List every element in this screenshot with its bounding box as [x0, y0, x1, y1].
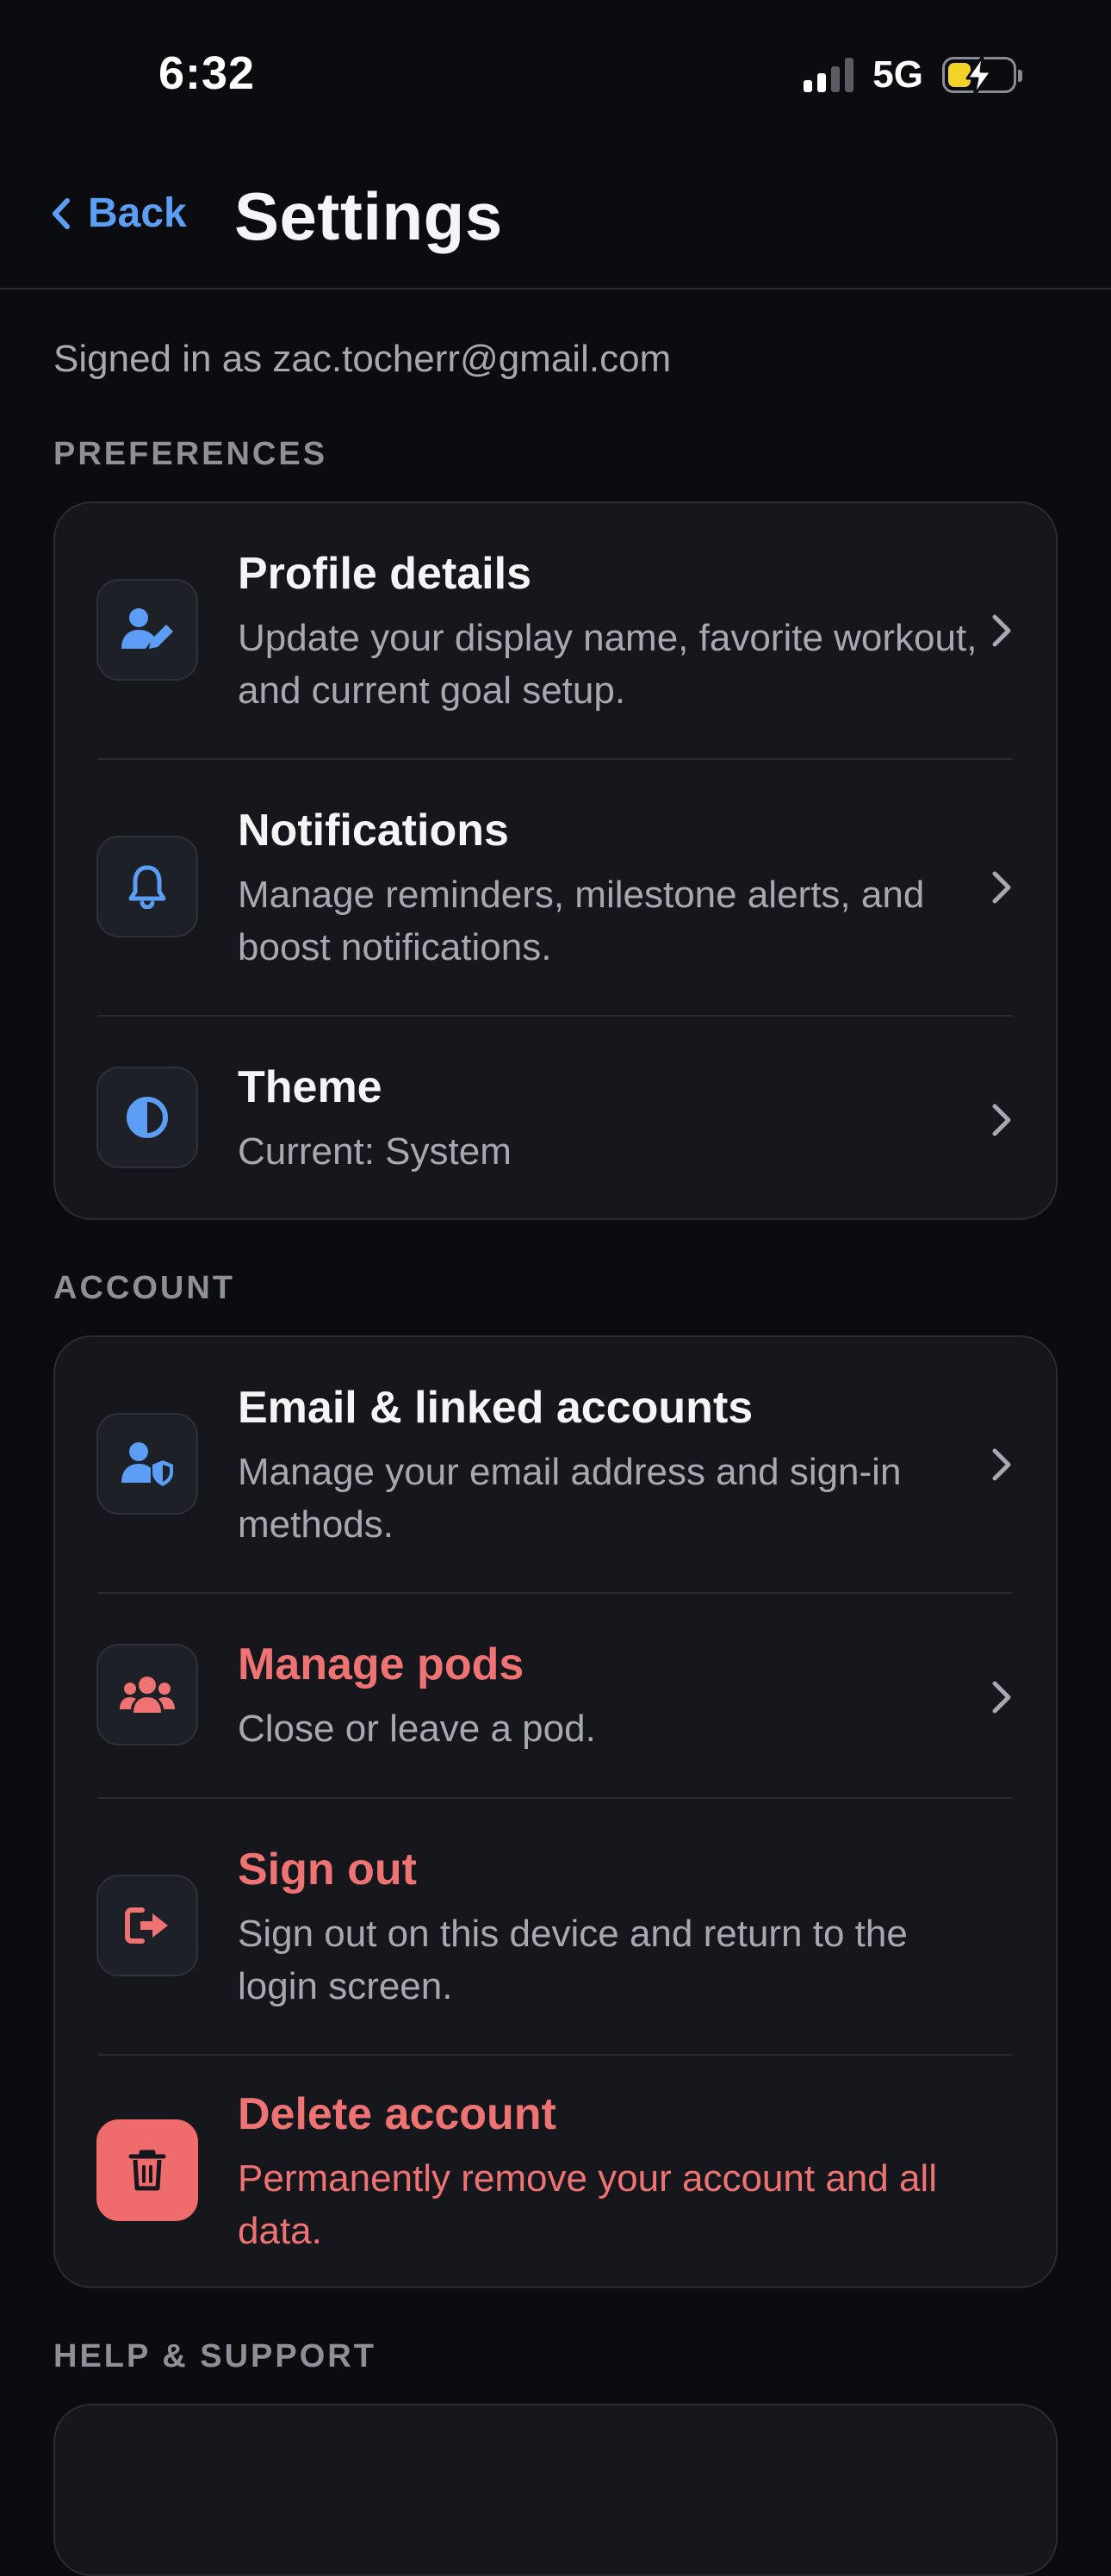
settings-item-description: Update your display name, favorite worko… — [238, 617, 978, 712]
settings-item-description: Close or leave a pod. — [238, 1708, 596, 1750]
settings-item-manage-pods[interactable]: Manage pods Close or leave a pod. — [55, 1594, 1056, 1797]
settings-item-title: Email & linked accounts — [238, 1383, 754, 1433]
page-title: Settings — [234, 178, 503, 254]
help-support-card — [53, 2404, 1058, 2576]
settings-item-description: Manage reminders, milestone alerts, and … — [238, 874, 925, 968]
chevron-right-icon — [992, 871, 1011, 904]
settings-item-title: Delete account — [238, 2089, 556, 2139]
user-edit-icon — [96, 579, 198, 681]
cellular-signal-icon — [804, 58, 854, 92]
settings-item-profile-details[interactable]: Profile details Update your display name… — [55, 503, 1056, 758]
chevron-right-icon — [992, 1681, 1011, 1714]
settings-item-description: Manage your email address and sign-in me… — [238, 1451, 902, 1546]
network-type: 5G — [872, 53, 923, 96]
chevron-right-icon — [992, 614, 1011, 647]
settings-item-email-linked-accounts[interactable]: Email & linked accounts Manage your emai… — [55, 1337, 1056, 1592]
preferences-card: Profile details Update your display name… — [53, 501, 1058, 1220]
navigation-header: Back Settings — [0, 146, 1111, 289]
settings-item-title: Sign out — [238, 1845, 417, 1895]
trash-icon — [96, 2119, 198, 2221]
section-label-preferences: PREFERENCES — [53, 436, 328, 472]
settings-item-title: Profile details — [238, 549, 531, 599]
section-label-account: ACCOUNT — [53, 1270, 235, 1306]
sign-out-icon — [96, 1875, 198, 1976]
back-label: Back — [88, 190, 187, 236]
user-shield-icon — [96, 1413, 198, 1515]
settings-item-theme[interactable]: Theme Current: System — [55, 1017, 1056, 1218]
users-group-icon — [96, 1644, 198, 1745]
settings-item-notifications[interactable]: Notifications Manage reminders, mileston… — [55, 760, 1056, 1015]
settings-item-sign-out[interactable]: Sign out Sign out on this device and ret… — [55, 1799, 1056, 2054]
settings-item-description: Current: System — [238, 1130, 512, 1173]
chevron-right-icon — [992, 1104, 1011, 1136]
status-time: 6:32 — [158, 47, 256, 99]
half-circle-contrast-icon — [96, 1067, 198, 1168]
status-bar: 6:32 5G — [0, 0, 1111, 146]
bell-icon — [96, 836, 198, 937]
signed-in-text: Signed in as zac.tocherr@gmail.com — [53, 338, 672, 380]
back-button[interactable]: Back — [50, 190, 187, 237]
settings-item-title: Notifications — [238, 806, 509, 856]
settings-item-delete-account[interactable]: Delete account Permanently remove your a… — [55, 2056, 1056, 2287]
chevron-left-icon — [53, 197, 70, 229]
section-label-help-support: HELP & SUPPORT — [53, 2338, 376, 2374]
settings-item-title: Theme — [238, 1062, 382, 1112]
chevron-right-icon — [992, 1448, 1011, 1481]
account-card: Email & linked accounts Manage your emai… — [53, 1335, 1058, 2288]
battery-charging-icon — [942, 54, 1022, 97]
status-indicators: 5G — [804, 53, 1022, 97]
settings-item-description: Sign out on this device and return to th… — [238, 1913, 908, 2007]
settings-item-title: Manage pods — [238, 1640, 524, 1689]
settings-item-description: Permanently remove your account and all … — [238, 2157, 937, 2252]
